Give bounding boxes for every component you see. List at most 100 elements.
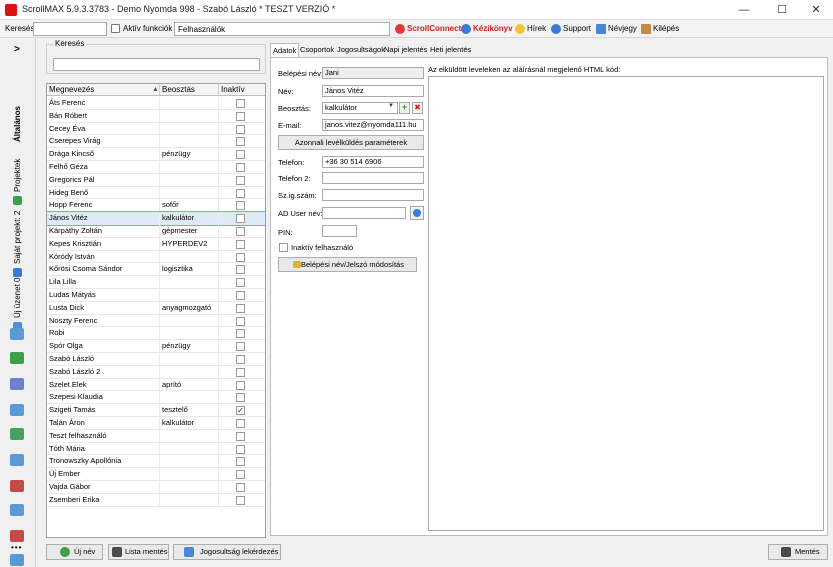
table-row[interactable]: Cecey Éva — [47, 122, 265, 136]
ad-help-button[interactable] — [410, 206, 424, 220]
phone-field[interactable]: +36 30 514 6906 — [322, 156, 424, 168]
workflow-3-icon[interactable] — [10, 428, 24, 440]
inactive-checkbox[interactable] — [236, 201, 245, 211]
inactive-checkbox[interactable] — [236, 227, 245, 236]
save-button[interactable]: Mentés — [768, 544, 828, 560]
table-row[interactable]: Vajda Gábor — [47, 481, 265, 494]
inactive-checkbox[interactable] — [236, 175, 245, 185]
table-row[interactable]: Ludas Mátyás — [47, 289, 265, 302]
global-search-input[interactable] — [33, 22, 107, 36]
email-field[interactable]: janos.vitez@nyomda111.hu — [322, 119, 424, 131]
id-number-field[interactable] — [322, 189, 424, 201]
inactive-checkbox[interactable] — [236, 419, 245, 428]
role-select[interactable]: kalkulátor — [322, 102, 398, 114]
collapse-sidebar-button[interactable]: > — [14, 44, 20, 55]
inactive-checkbox[interactable] — [236, 316, 245, 326]
table-row[interactable]: Lila Lilla — [47, 276, 265, 289]
workflow-icon[interactable] — [10, 378, 24, 390]
inactive-checkbox[interactable] — [236, 99, 245, 108]
workflow-2-icon[interactable] — [10, 404, 24, 416]
table-row[interactable]: Tóth Mária — [47, 442, 265, 456]
delete-role-button[interactable]: ✖ — [412, 102, 423, 114]
workflow-7-icon[interactable] — [10, 530, 24, 542]
inactive-checkbox[interactable] — [236, 163, 245, 172]
column-name-header[interactable]: Megnevezés — [47, 84, 160, 96]
table-row[interactable]: Cserepes Virág — [47, 135, 265, 149]
exit-link[interactable]: Kilépés — [641, 23, 679, 35]
column-role-header[interactable]: Beosztás — [160, 84, 219, 96]
inactive-checkbox[interactable] — [236, 278, 245, 288]
chevron-down-icon[interactable]: ▼ — [388, 103, 394, 109]
table-row[interactable]: Áts Ferenc — [47, 97, 265, 110]
inactive-checkbox[interactable]: ✓ — [236, 406, 245, 416]
table-row[interactable]: Kőrösi Csoma Sándor logisztika — [47, 263, 265, 277]
table-row[interactable]: János Vitéz kalkulátor — [47, 211, 265, 226]
save-list-button[interactable]: Lista mentés — [108, 544, 169, 560]
about-link[interactable]: Névjegy — [596, 23, 637, 35]
tab-data[interactable]: Adatok — [270, 43, 300, 57]
active-functions-input[interactable]: Felhasználók — [174, 22, 390, 36]
users-icon[interactable] — [10, 328, 24, 340]
inactive-checkbox[interactable] — [236, 342, 245, 352]
table-row[interactable]: Gregorics Pál — [47, 173, 265, 187]
tab-groups[interactable]: Csoportok — [298, 43, 336, 57]
more-button[interactable]: ••• — [11, 543, 22, 552]
pin-field[interactable] — [322, 225, 357, 237]
scrollconnect-link[interactable]: ScrollConnect — [395, 23, 461, 35]
workflow-4-icon[interactable] — [10, 454, 24, 466]
tab-permissions[interactable]: Jogosultságok — [335, 43, 387, 57]
tab-projects[interactable]: Projektek — [13, 159, 22, 192]
inactive-checkbox[interactable] — [236, 124, 245, 134]
table-row[interactable]: Szabó László — [47, 353, 265, 366]
inactive-checkbox[interactable] — [236, 188, 245, 198]
maximize-button[interactable]: ☐ — [765, 0, 799, 20]
table-row[interactable]: Teszt felhasználó — [47, 429, 265, 443]
inactive-checkbox[interactable] — [236, 252, 245, 262]
inactive-checkbox[interactable] — [236, 265, 245, 275]
user-search-input[interactable] — [53, 58, 260, 71]
table-row[interactable]: Robi — [47, 327, 265, 341]
html-signature-textarea[interactable] — [428, 76, 824, 531]
table-row[interactable]: Drága Kincső pénzügy — [47, 148, 265, 161]
ad-user-field[interactable] — [322, 207, 406, 219]
table-row[interactable]: Tronowszky Apollónia — [47, 455, 265, 469]
table-row[interactable]: Kóródy István — [47, 250, 265, 264]
inactive-checkbox[interactable] — [236, 380, 245, 390]
inactive-checkbox[interactable] — [236, 239, 245, 249]
inactive-checkbox[interactable] — [236, 457, 245, 467]
inactive-checkbox[interactable] — [236, 355, 245, 364]
user-edit-icon[interactable] — [10, 352, 24, 364]
table-row[interactable]: Hopp Ferenc sofőr — [47, 199, 265, 213]
email-params-button[interactable]: Azonnali levélküldés paraméterek — [278, 135, 424, 150]
new-name-button[interactable]: Új név — [46, 544, 103, 560]
tab-general[interactable]: Általános — [13, 106, 22, 142]
tab-weekly-report[interactable]: Heti jelentés — [428, 43, 473, 57]
table-row[interactable]: Szabó László 2 — [47, 365, 265, 379]
checkbox-icon[interactable] — [111, 24, 120, 33]
phone2-field[interactable] — [322, 172, 424, 184]
inactive-checkbox[interactable] — [236, 303, 245, 313]
news-link[interactable]: Hírek — [515, 23, 546, 35]
table-row[interactable]: Szepesi Klaudia — [47, 391, 265, 405]
inactive-checkbox[interactable] — [236, 111, 245, 121]
table-row[interactable]: Talán Áron kalkulátor — [47, 417, 265, 430]
workflow-5-icon[interactable] — [10, 480, 24, 492]
table-row[interactable]: Új Ember — [47, 468, 265, 481]
table-row[interactable]: Lusta Dick anyagmozgató — [47, 301, 265, 315]
close-button[interactable]: ✕ — [799, 0, 833, 20]
change-credentials-button[interactable]: Belépési név/Jelszó módosítás — [278, 257, 417, 272]
table-row[interactable]: Szelet Elek aprító — [47, 378, 265, 392]
inactive-user-checkbox[interactable] — [279, 243, 288, 252]
table-row[interactable]: Szigeti Tamás tesztelő ✓ — [47, 404, 265, 417]
table-row[interactable]: Zsemberi Erika — [47, 493, 265, 507]
table-row[interactable]: Noszty Ferenc — [47, 314, 265, 328]
inactive-checkbox[interactable] — [236, 150, 245, 160]
inactive-checkbox[interactable] — [236, 444, 245, 454]
manual-link[interactable]: Kézikönyv — [461, 23, 513, 35]
table-row[interactable]: Felhő Géza — [47, 161, 265, 174]
inactive-checkbox[interactable] — [236, 431, 245, 441]
table-row[interactable]: Kárpáthy Zoltán gépmester — [47, 225, 265, 238]
tab-new-message[interactable]: Új üzenet 0 — [13, 278, 22, 318]
inactive-checkbox[interactable] — [236, 495, 245, 505]
inactive-checkbox[interactable] — [236, 329, 245, 339]
